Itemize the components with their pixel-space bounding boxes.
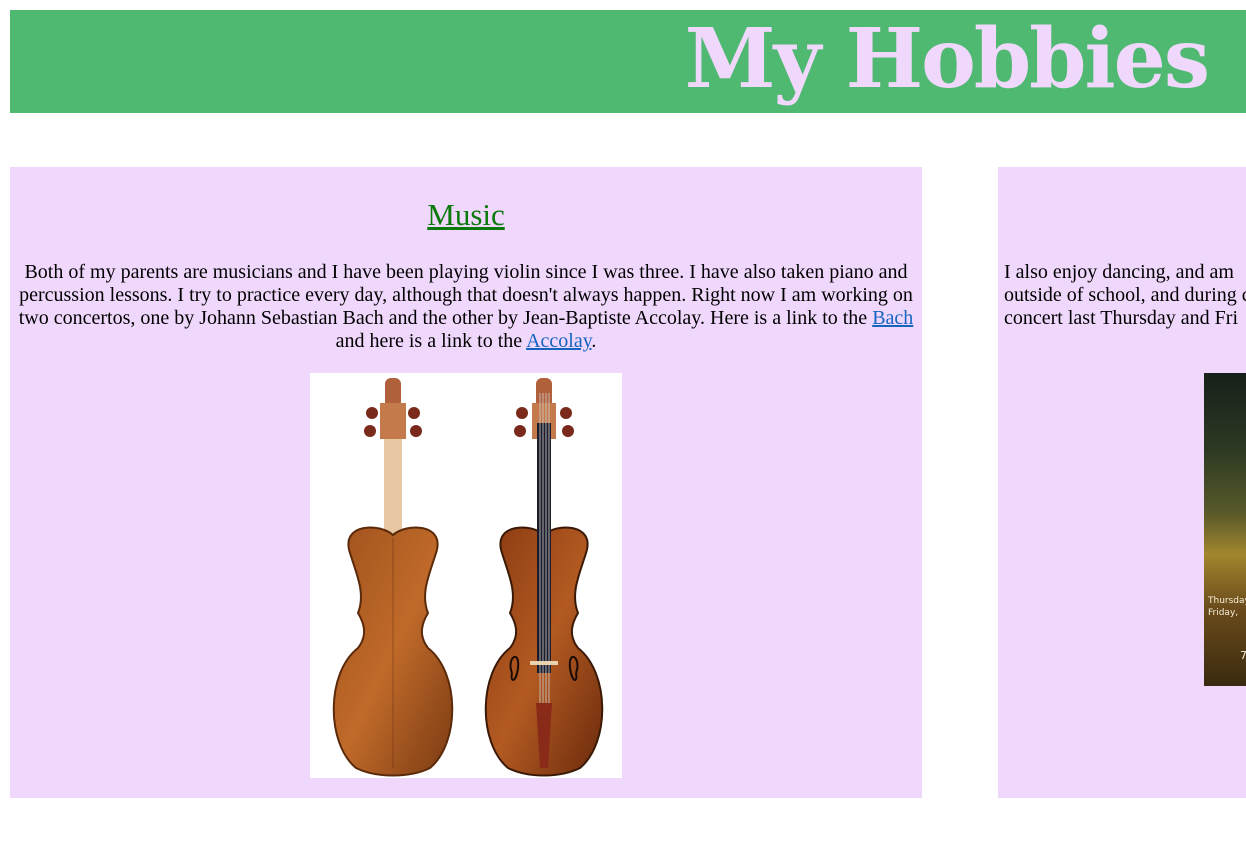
- poster-details: 7 S $1: [1240, 649, 1246, 662]
- music-text-part1: Both of my parents are musicians and I h…: [18, 261, 913, 329]
- music-card: Music Both of my parents are musicians a…: [10, 167, 922, 798]
- accolay-link[interactable]: Accolay: [526, 330, 591, 352]
- bach-link[interactable]: Bach: [872, 307, 913, 329]
- music-text-part3: .: [591, 330, 597, 352]
- music-heading: Music: [10, 197, 922, 233]
- violin-back: [332, 378, 454, 777]
- music-text-part2: and here is a link to the: [335, 330, 527, 352]
- page-header: My Hobbies: [10, 10, 1246, 113]
- violin-front: [484, 378, 604, 777]
- music-heading-link[interactable]: Music: [427, 197, 505, 232]
- dance-line-3: concert last Thursday and Fri: [1004, 307, 1239, 329]
- poster-dates: Thursday, Friday,: [1208, 596, 1246, 618]
- page-title: My Hobbies: [684, 11, 1210, 107]
- music-paragraph: Both of my parents are musicians and I h…: [15, 261, 917, 353]
- violin-illustration: [332, 378, 604, 777]
- dance-line-1: I also enjoy dancing, and am: [1004, 261, 1234, 283]
- dance-card: I also enjoy dancing, and am outside of …: [998, 167, 1246, 798]
- dance-poster-image: Thursday, Friday, 7 S $1: [1204, 373, 1246, 686]
- violin-image: [310, 373, 622, 778]
- dance-paragraph: I also enjoy dancing, and am outside of …: [1004, 261, 1246, 330]
- dance-line-2: outside of school, and during c: [1004, 284, 1246, 306]
